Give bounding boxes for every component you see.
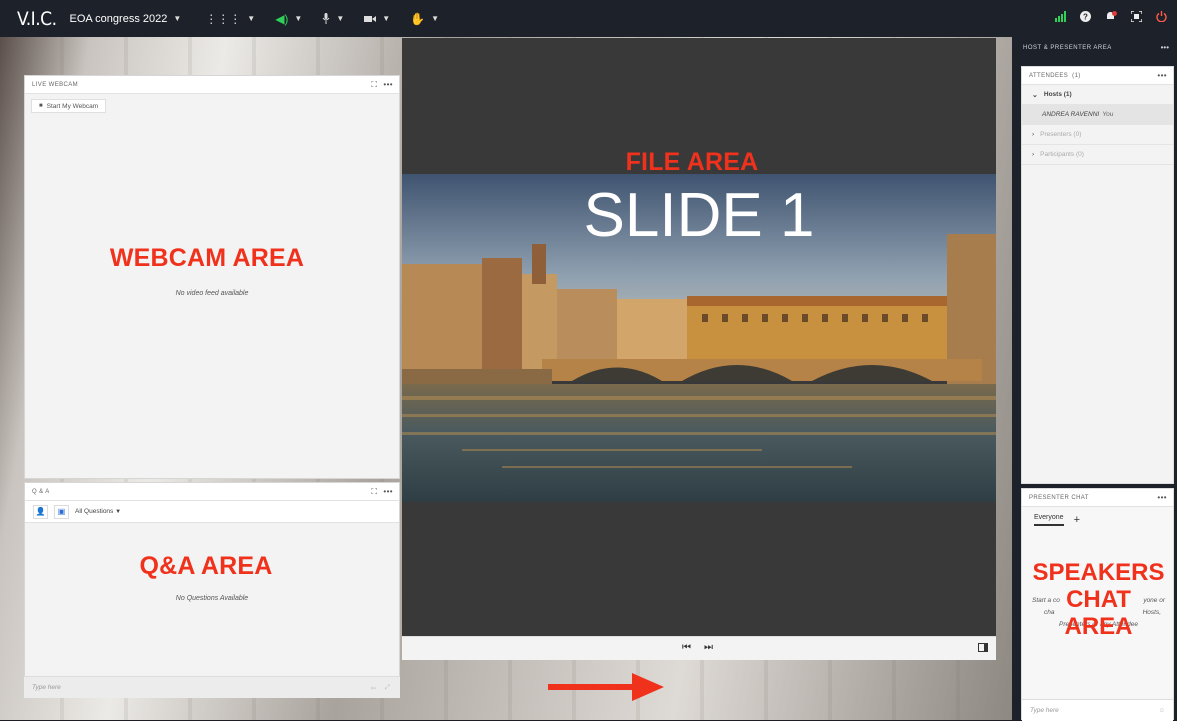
chat-area-label-line2: CHAT: [1066, 586, 1131, 613]
add-chat-tab-icon[interactable]: +: [1074, 514, 1080, 526]
sidebar-toggle-icon[interactable]: [978, 643, 988, 652]
attendees-count: (1): [1072, 72, 1081, 79]
chevron-down-icon: ▼: [431, 14, 440, 23]
chevron-down-icon: ▼: [294, 14, 303, 23]
speaker-icon: ◀): [275, 11, 289, 26]
attendee-group-participants[interactable]: › Participants (0): [1022, 145, 1173, 165]
attendee-group-presenters[interactable]: › Presenters (0): [1022, 125, 1173, 145]
ponte-vecchio-photo: SLIDE 1: [402, 174, 996, 502]
raise-hand-icon: ✋: [410, 11, 426, 26]
presenter-chat-pod: PRESENTER CHAT ••• Everyone + Start a co…: [1020, 488, 1177, 721]
signal-icon[interactable]: [1055, 11, 1066, 22]
microphone-menu[interactable]: ▼: [322, 13, 344, 24]
attendee-item[interactable]: ANDREA RAVENNI You: [1022, 105, 1173, 125]
more-options-icon[interactable]: •••: [383, 487, 393, 497]
chevron-right-icon: ›: [1032, 151, 1035, 158]
chat-input[interactable]: Type here ☺: [1022, 699, 1173, 721]
qa-input-placeholder: Type here: [32, 684, 61, 691]
qa-toolbar: 👤 ▣ All Questions ▼: [25, 501, 399, 523]
power-icon[interactable]: [1156, 11, 1167, 22]
chat-area-label-line3: AREA: [1064, 613, 1133, 640]
more-options-icon[interactable]: •••: [1157, 71, 1167, 80]
notifications-icon[interactable]: [1105, 11, 1117, 22]
help-icon[interactable]: ?: [1080, 11, 1091, 22]
more-options-icon[interactable]: •••: [1157, 493, 1167, 502]
presenter-view-icon[interactable]: ▣: [54, 504, 69, 519]
webcam-pod-title: LIVE WEBCAM: [32, 81, 79, 88]
presenters-group-label: Presenters (0): [1040, 131, 1082, 138]
chevron-down-icon: ▼: [247, 14, 256, 23]
emoji-icon[interactable]: ☺: [1158, 707, 1165, 714]
question-filter-label: All Questions: [75, 508, 114, 515]
start-webcam-button[interactable]: ■ Start My Webcam: [31, 99, 107, 113]
chevron-down-icon: ▼: [336, 14, 345, 23]
svg-text:?: ?: [1083, 13, 1088, 22]
qa-pod-title: Q & A: [32, 488, 50, 495]
chevron-down-icon: ▼: [115, 509, 122, 515]
attendees-pod: ATTENDEES (1) ••• ⌄ Hosts (1) ANDREA RAV…: [1021, 66, 1174, 484]
more-options-icon[interactable]: •••: [383, 80, 393, 90]
attendee-name: ANDREA RAVENNI: [1042, 111, 1100, 118]
webcam-status: No video feed available: [175, 290, 249, 297]
speaker-menu[interactable]: ◀) ▼: [275, 12, 302, 26]
brand-logo: V.I.C.: [17, 7, 57, 30]
camera-icon: ■: [39, 103, 43, 109]
apps-icon: ⋮⋮⋮: [205, 11, 242, 26]
slide-image: SLIDE 1: [402, 174, 996, 502]
file-area-label: FILE AREA: [625, 148, 759, 176]
question-filter-dropdown[interactable]: All Questions ▼: [75, 508, 121, 515]
webcam-pod-header: LIVE WEBCAM ⛶ •••: [25, 76, 399, 94]
previous-slide-icon[interactable]: ⏮: [682, 642, 691, 653]
apps-menu[interactable]: ⋮⋮⋮ ▼: [205, 12, 255, 26]
maximize-icon[interactable]: ⛶: [371, 80, 377, 90]
chevron-down-icon[interactable]: ▼: [173, 14, 181, 23]
microphone-icon: [322, 13, 330, 24]
qa-area-label: Q&A AREA: [139, 552, 273, 580]
qa-pod: Q & A ⛶ ••• 👤 ▣ All Questions ▼: [24, 482, 400, 696]
attendees-title: ATTENDEES: [1029, 72, 1069, 79]
qa-status: No Questions Available: [175, 595, 249, 602]
send-icon[interactable]: ⇦: [371, 684, 376, 692]
attendees-header: ATTENDEES (1) •••: [1022, 67, 1173, 85]
expand-icon[interactable]: ⤢: [385, 684, 390, 692]
chat-tabs: Everyone +: [1022, 507, 1173, 533]
camera-menu[interactable]: ▼: [364, 14, 390, 23]
fullscreen-icon[interactable]: [1131, 11, 1142, 22]
user-view-icon[interactable]: 👤: [33, 504, 48, 519]
chat-input-placeholder: Type here: [1030, 707, 1059, 714]
start-webcam-label: Start My Webcam: [46, 102, 99, 110]
slide-title: SLIDE 1: [584, 181, 815, 250]
room-name[interactable]: EOA congress 2022: [70, 13, 168, 25]
participants-group-label: Participants (0): [1040, 151, 1084, 158]
next-slide-icon[interactable]: ⏭: [704, 642, 713, 653]
more-options-icon[interactable]: •••: [1161, 43, 1169, 52]
chat-tab-everyone[interactable]: Everyone: [1034, 514, 1064, 526]
qa-input[interactable]: Type here ⇦ ⤢: [24, 676, 400, 698]
slide-controls-bar: ⏮ ⏭: [402, 636, 996, 660]
presenter-chat-title: PRESENTER CHAT: [1029, 494, 1089, 501]
top-right-icons: ?: [1055, 11, 1167, 22]
top-bar: V.I.C. EOA congress 2022 ▼ ⋮⋮⋮ ▼ ◀) ▼ ▼ ▼ …: [0, 0, 1177, 37]
annotation-arrow: [548, 673, 664, 701]
chevron-right-icon: ›: [1032, 131, 1035, 138]
attendee-you-tag: You: [1102, 111, 1114, 118]
maximize-icon[interactable]: ⛶: [371, 487, 377, 497]
qa-pod-header: Q & A ⛶ •••: [25, 483, 399, 501]
chevron-down-icon: ▼: [382, 14, 391, 23]
camera-icon: [364, 15, 377, 22]
attendee-group-hosts[interactable]: ⌄ Hosts (1): [1022, 85, 1173, 105]
webcam-pod: LIVE WEBCAM ⛶ ••• ■ Start My Webcam: [24, 75, 400, 479]
raise-hand-menu[interactable]: ✋ ▼: [410, 12, 439, 26]
chat-area-label-line1: SPEAKERS: [1032, 559, 1165, 586]
chat-area-label: SPEAKERS CHAT AREA: [1020, 559, 1177, 640]
chevron-down-icon: ⌄: [1032, 91, 1038, 99]
host-presenter-title: HOST & PRESENTER AREA: [1023, 45, 1112, 51]
webcam-area-label: WEBCAM AREA: [109, 244, 305, 272]
hosts-group-label: Hosts (1): [1043, 91, 1072, 98]
presenter-chat-header: PRESENTER CHAT •••: [1022, 489, 1173, 507]
